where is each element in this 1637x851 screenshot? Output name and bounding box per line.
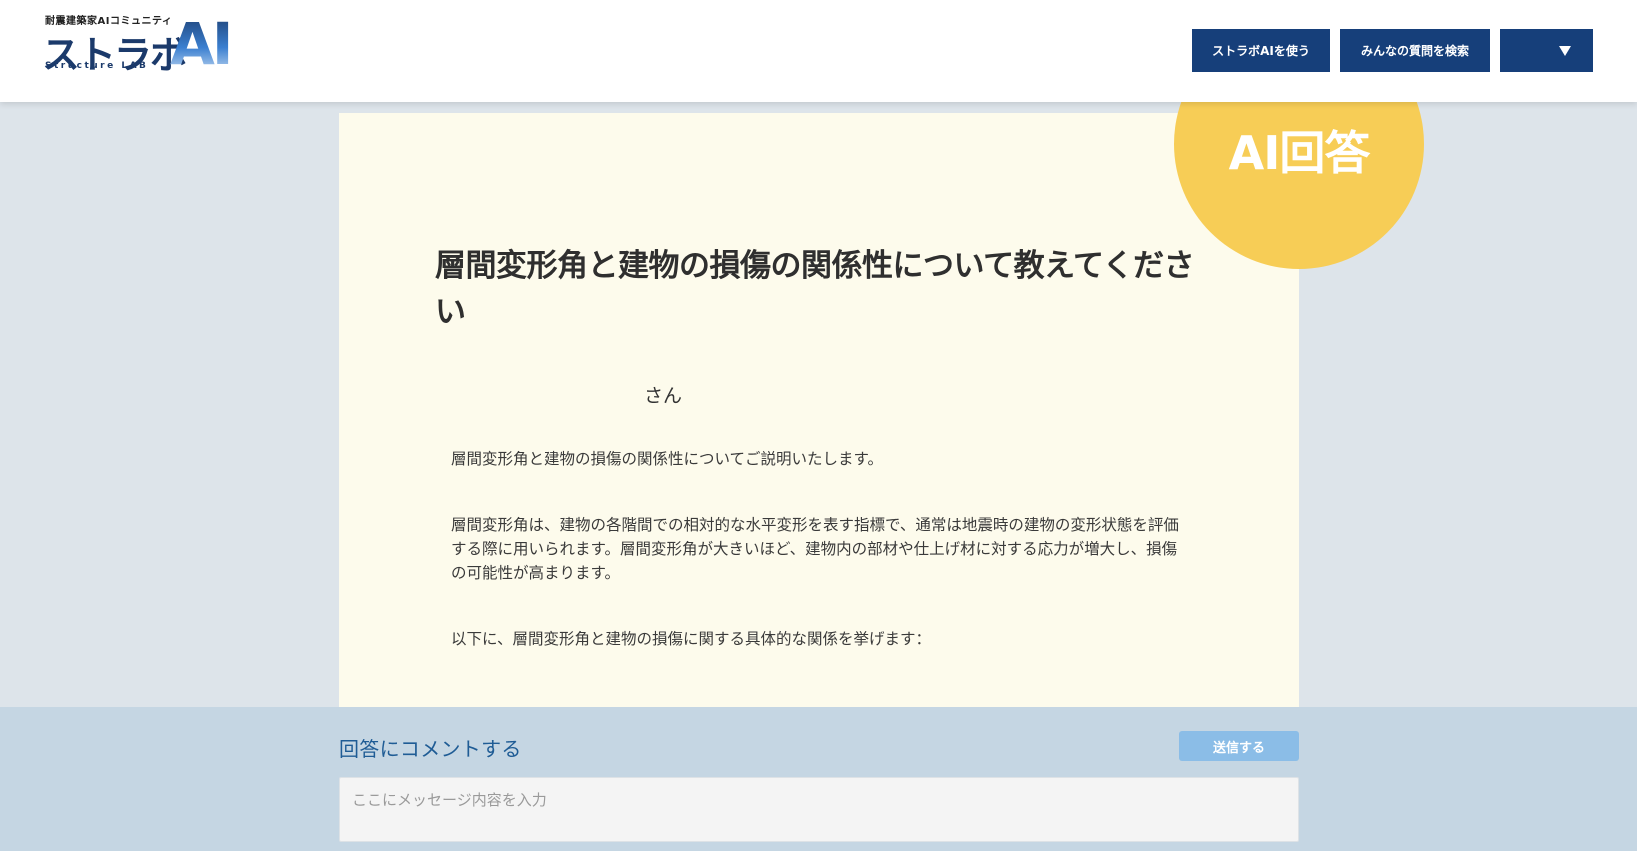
author-name: さん — [644, 385, 683, 407]
question-title: 層間変形角と建物の損傷の関係性について教えてください — [435, 248, 1195, 330]
comment-section: 回答にコメントする 送信する — [0, 707, 1637, 851]
send-button[interactable]: 送信する — [1179, 731, 1299, 761]
message-input[interactable] — [339, 777, 1299, 842]
answer-paragraph: 層間変形角と建物の損傷の関係性についてご説明いたします。 — [451, 450, 883, 468]
account-menu-dropdown[interactable] — [1500, 29, 1593, 72]
answer-card: 層間変形角と建物の損傷の関係性について教えてください さん 層間変形角と建物の損… — [339, 113, 1299, 707]
answer-paragraph: 以下に、層間変形角と建物の損傷に関する具体的な関係を挙げます： — [451, 630, 932, 648]
site-logo[interactable]: 耐震建築家AIコミュニティ ストラボ Structure LAB AI — [40, 10, 240, 86]
logo-english-text: Structure LAB — [45, 61, 149, 71]
comment-heading: 回答にコメントする — [339, 737, 522, 761]
logo-ai-text: AI — [170, 10, 233, 78]
search-questions-button-label: みんなの質問を検索 — [1360, 44, 1469, 58]
answer-paragraph: 層間変形角は、建物の各階間での相対的な水平変形を表す指標で、通常は地震時の建物の… — [451, 516, 1179, 582]
use-ai-button-label: ストラボAIを使う — [1212, 44, 1310, 58]
ai-answer-badge-label: AI回答 — [1228, 126, 1371, 180]
site-header: 耐震建築家AIコミュニティ ストラボ Structure LAB AI ストラボ… — [0, 0, 1637, 102]
use-ai-button[interactable]: ストラボAIを使う — [1192, 29, 1330, 72]
search-questions-button[interactable]: みんなの質問を検索 — [1340, 29, 1490, 72]
caret-down-icon — [1559, 46, 1571, 56]
